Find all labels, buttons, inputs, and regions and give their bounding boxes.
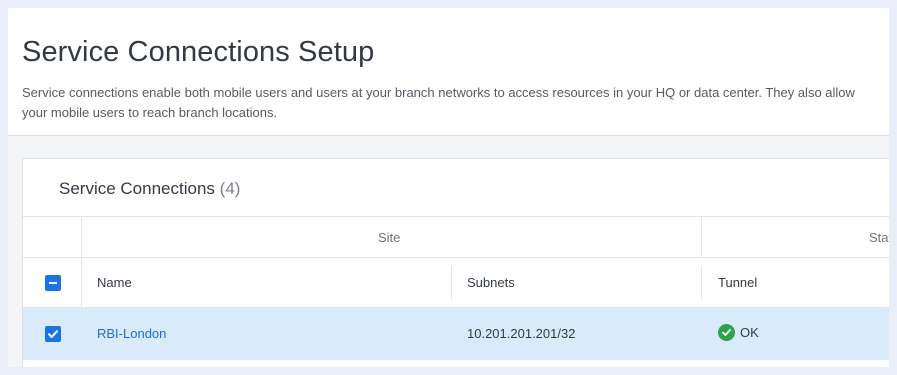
column-divider <box>81 258 82 307</box>
section-title-label: Service Connections <box>59 179 215 198</box>
page-title: Service Connections Setup <box>22 36 375 68</box>
indeterminate-icon <box>49 282 57 284</box>
select-all-checkbox[interactable] <box>45 275 61 291</box>
service-connections-card: Service Connections (4) Site Stat Name S <box>22 158 889 367</box>
column-divider <box>81 217 82 257</box>
page-header: Service Connections Setup Service connec… <box>8 8 889 136</box>
column-header-name[interactable]: Name <box>97 275 132 290</box>
tunnel-status-label: OK <box>740 325 759 340</box>
column-header-subnets[interactable]: Subnets <box>467 275 515 290</box>
column-divider <box>701 266 702 300</box>
column-divider <box>701 217 702 257</box>
section-title: Service Connections (4) <box>59 179 240 199</box>
group-header-status: Stat <box>869 230 889 245</box>
group-header-site: Site <box>378 230 401 245</box>
row-checkbox[interactable] <box>45 326 61 342</box>
connection-subnets: 10.201.201.201/32 <box>467 326 576 341</box>
check-circle-icon <box>718 324 735 341</box>
tunnel-status: OK <box>718 324 759 341</box>
column-header-row: Name Subnets Tunnel <box>23 258 889 308</box>
section-count: (4) <box>219 179 241 198</box>
column-header-tunnel[interactable]: Tunnel <box>718 275 757 290</box>
page-description: Service connections enable both mobile u… <box>22 85 855 120</box>
column-group-header: Site Stat <box>23 216 889 258</box>
checkmark-icon <box>48 330 58 338</box>
connection-name-link[interactable]: RBI-London <box>97 326 166 341</box>
column-divider <box>451 266 452 300</box>
table-row[interactable]: RBI-London 10.201.201.201/32 OK <box>23 308 889 360</box>
app-frame: Service Connections Setup Service connec… <box>8 8 889 367</box>
